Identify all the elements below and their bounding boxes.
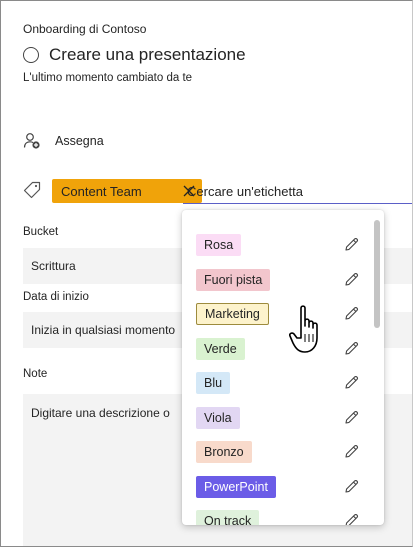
complete-task-checkbox[interactable] bbox=[23, 47, 39, 63]
label-option-tag: Bronzo bbox=[196, 441, 252, 463]
label-option-tag: On track bbox=[196, 510, 260, 525]
label-option-tag: Viola bbox=[196, 406, 240, 429]
edit-label-pencil-icon[interactable] bbox=[344, 410, 359, 425]
start-date-label: Data di inizio bbox=[23, 291, 89, 303]
label-option[interactable]: Marketing bbox=[182, 297, 370, 331]
assign-label: Assegna bbox=[55, 134, 104, 148]
label-option[interactable]: On track bbox=[182, 504, 370, 525]
edit-label-pencil-icon[interactable] bbox=[344, 513, 359, 525]
label-option[interactable]: Viola bbox=[182, 401, 370, 435]
label-option-tag: Fuori pista bbox=[196, 268, 271, 291]
label-option[interactable]: Blu bbox=[182, 366, 370, 400]
label-option-tag: Verde bbox=[196, 337, 245, 360]
task-details-panel: Onboarding di Contoso Creare una present… bbox=[0, 0, 413, 547]
hand-pointer-cursor-icon bbox=[289, 305, 318, 353]
assign-button[interactable]: Assegna bbox=[23, 132, 104, 150]
label-option-tag: Rosa bbox=[196, 234, 242, 256]
last-changed-text: L'ultimo momento cambiato da te bbox=[23, 72, 193, 84]
edit-label-pencil-icon[interactable] bbox=[344, 375, 359, 390]
tag-icon bbox=[23, 181, 41, 199]
edit-label-pencil-icon[interactable] bbox=[344, 479, 359, 494]
bucket-label: Bucket bbox=[23, 226, 59, 238]
edit-label-pencil-icon[interactable] bbox=[344, 306, 359, 321]
labels-row: Content Team bbox=[23, 177, 412, 207]
edit-label-pencil-icon[interactable] bbox=[344, 341, 359, 356]
label-option[interactable]: Fuori pista bbox=[182, 263, 370, 297]
applied-label-text: Content Team bbox=[61, 183, 142, 199]
applied-label-chip[interactable]: Content Team bbox=[52, 179, 202, 203]
notes-label: Note bbox=[23, 368, 48, 380]
label-search-input[interactable] bbox=[183, 180, 412, 204]
assign-person-icon bbox=[23, 133, 40, 149]
edit-label-pencil-icon[interactable] bbox=[344, 272, 359, 287]
task-title[interactable]: Creare una presentazione bbox=[49, 45, 246, 65]
plan-breadcrumb[interactable]: Onboarding di Contoso bbox=[23, 22, 146, 36]
edit-label-pencil-icon[interactable] bbox=[344, 444, 359, 459]
label-option[interactable]: Rosa bbox=[182, 228, 370, 262]
label-option-tag: Blu bbox=[196, 372, 231, 394]
label-option[interactable]: Verde bbox=[182, 332, 370, 366]
edit-label-pencil-icon[interactable] bbox=[344, 237, 359, 252]
label-option[interactable]: PowerPoint bbox=[182, 470, 370, 504]
label-dropdown: Rosa Fuori pista Marketing Verde Blu Viola Bro… bbox=[182, 210, 384, 525]
dropdown-scrollbar[interactable] bbox=[374, 220, 380, 328]
label-option-tag: Marketing bbox=[196, 303, 269, 325]
label-option[interactable]: Bronzo bbox=[182, 435, 370, 469]
task-title-row: Creare una presentazione bbox=[23, 45, 246, 65]
label-option-tag: PowerPoint bbox=[196, 475, 276, 498]
